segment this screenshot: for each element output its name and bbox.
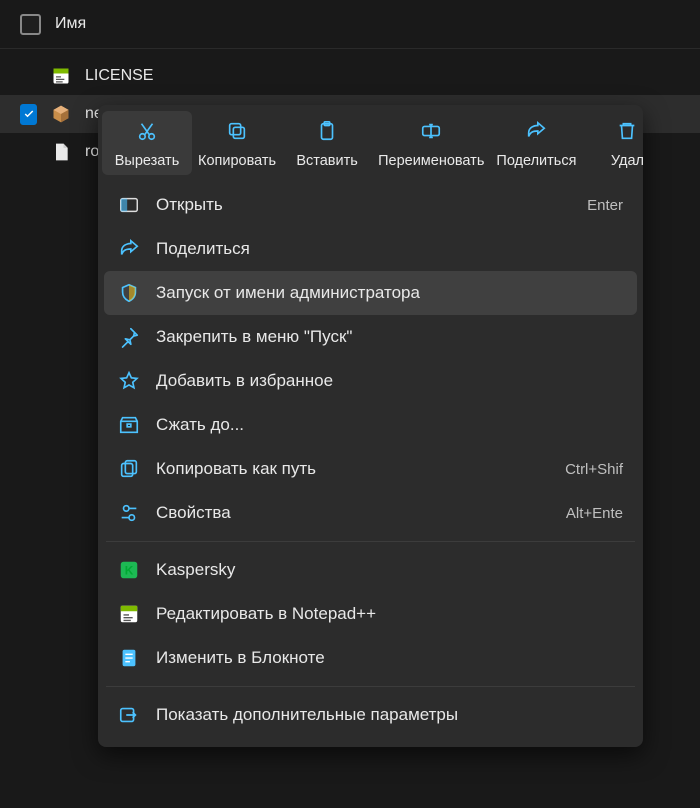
menu-item-compress[interactable]: Сжать до... (104, 403, 637, 447)
rename-action[interactable]: Переименовать (372, 111, 490, 175)
share-action[interactable]: Поделиться (490, 111, 582, 175)
menu-item-notepadpp[interactable]: Редактировать в Notepad++ (104, 592, 637, 636)
pin-icon (118, 326, 140, 348)
copy-path-icon (118, 458, 140, 480)
package-file-icon (51, 104, 71, 124)
share-label: Поделиться (496, 153, 576, 169)
menu-item-copy-path[interactable]: Копировать как путь Ctrl+Shif (104, 447, 637, 491)
file-name: LICENSE (85, 67, 153, 85)
shield-icon (118, 282, 140, 304)
menu-shortcut: Ctrl+Shif (565, 461, 623, 478)
delete-action[interactable]: Удал (582, 111, 643, 175)
menu-separator (106, 686, 635, 687)
menu-label: Поделиться (156, 239, 623, 259)
generic-file-icon (51, 142, 71, 162)
menu-item-notepad[interactable]: Изменить в Блокноте (104, 636, 637, 680)
share-arrow-icon (522, 117, 550, 145)
rename-icon (417, 117, 445, 145)
menu-item-favorite[interactable]: Добавить в избранное (104, 359, 637, 403)
kaspersky-icon: K (118, 559, 140, 581)
menu-item-open[interactable]: Открыть Enter (104, 183, 637, 227)
copy-label: Копировать (198, 153, 276, 169)
scissors-icon (133, 117, 161, 145)
menu-item-pin-start[interactable]: Закрепить в меню "Пуск" (104, 315, 637, 359)
menu-label: Запуск от имени администратора (156, 283, 623, 303)
context-menu-top-actions: Вырезать Копировать Вставить Переименова… (98, 105, 643, 179)
menu-label: Редактировать в Notepad++ (156, 604, 623, 624)
share-icon (118, 238, 140, 260)
notepadpp-file-icon (51, 66, 71, 86)
menu-item-kaspersky[interactable]: K Kaspersky (104, 548, 637, 592)
menu-label: Свойства (156, 503, 550, 523)
copy-action[interactable]: Копировать (192, 111, 282, 175)
cut-action[interactable]: Вырезать (102, 111, 192, 175)
cut-label: Вырезать (115, 153, 180, 169)
delete-label: Удал (611, 153, 643, 169)
more-icon (118, 704, 140, 726)
properties-icon (118, 502, 140, 524)
paste-action[interactable]: Вставить (282, 111, 372, 175)
notepadpp-icon (118, 603, 140, 625)
file-checkbox[interactable] (20, 104, 37, 125)
menu-item-properties[interactable]: Свойства Alt+Ente (104, 491, 637, 535)
menu-separator (106, 541, 635, 542)
menu-shortcut: Alt+Ente (566, 505, 623, 522)
menu-label: Копировать как путь (156, 459, 549, 479)
notepad-icon (118, 647, 140, 669)
file-row[interactable]: LICENSE (0, 57, 700, 95)
menu-label: Добавить в избранное (156, 371, 623, 391)
context-menu-items: Открыть Enter Поделиться Запуск от имени… (98, 179, 643, 747)
context-menu: Вырезать Копировать Вставить Переименова… (98, 105, 643, 747)
menu-item-show-more[interactable]: Показать дополнительные параметры (104, 693, 637, 737)
menu-label: Показать дополнительные параметры (156, 705, 623, 725)
menu-item-share[interactable]: Поделиться (104, 227, 637, 271)
svg-text:K: K (125, 564, 134, 578)
archive-icon (118, 414, 140, 436)
copy-icon (223, 117, 251, 145)
menu-label: Закрепить в меню "Пуск" (156, 327, 623, 347)
clipboard-icon (313, 117, 341, 145)
menu-label: Сжать до... (156, 415, 623, 435)
trash-icon (613, 117, 641, 145)
menu-label: Kaspersky (156, 560, 623, 580)
menu-label: Открыть (156, 195, 571, 215)
star-icon (118, 370, 140, 392)
select-all-checkbox[interactable] (20, 14, 41, 35)
column-header-row: Имя (0, 0, 700, 49)
open-icon (118, 194, 140, 216)
paste-label: Вставить (296, 153, 357, 169)
menu-label: Изменить в Блокноте (156, 648, 623, 668)
column-name-label: Имя (55, 15, 86, 33)
rename-label: Переименовать (378, 153, 484, 169)
menu-item-run-as-admin[interactable]: Запуск от имени администратора (104, 271, 637, 315)
menu-shortcut: Enter (587, 197, 623, 214)
